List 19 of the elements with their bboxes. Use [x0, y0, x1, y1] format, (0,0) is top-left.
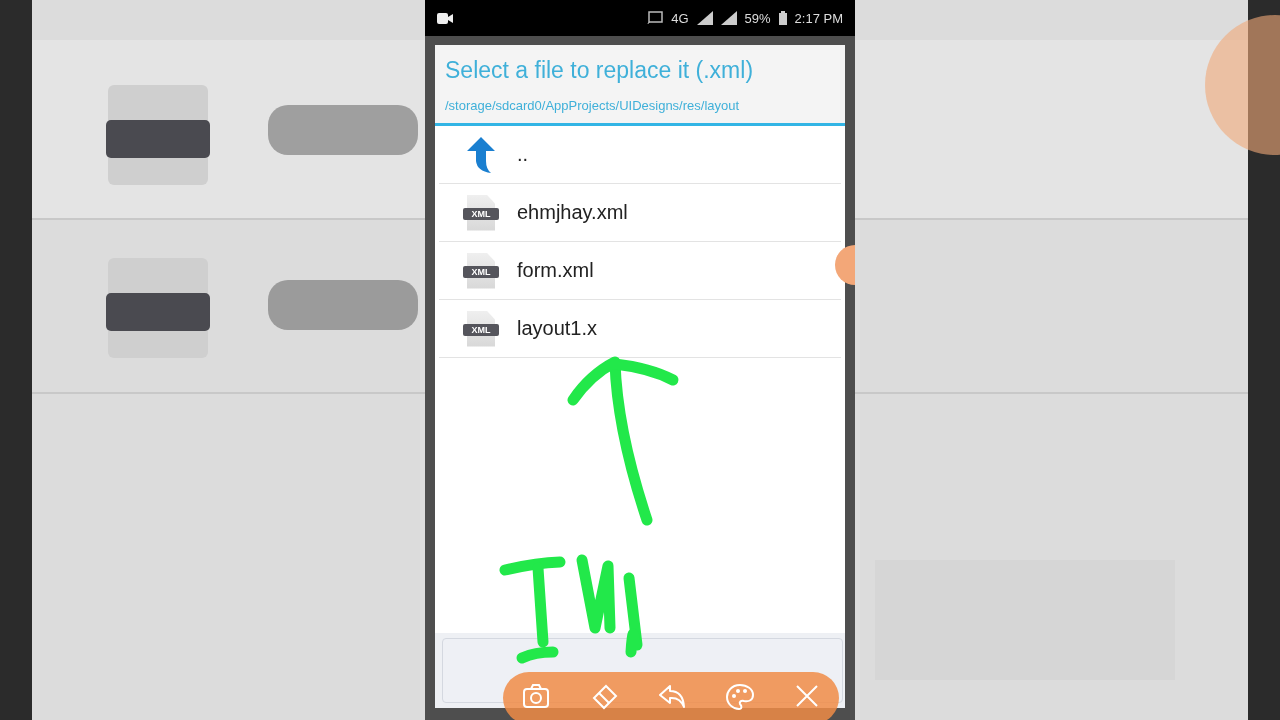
up-arrow-icon	[467, 136, 495, 173]
battery-icon	[778, 11, 787, 25]
close-icon[interactable]	[794, 684, 819, 708]
network-type: 4G	[671, 10, 689, 26]
file-name[interactable]: form.xml	[517, 259, 594, 282]
file-name[interactable]: ehmjhay.xml	[517, 201, 628, 224]
camera-icon[interactable]	[523, 684, 550, 708]
dialog-title: Select a file to replace it (.xml)	[445, 57, 755, 84]
signal-icon	[696, 11, 713, 25]
palette-icon[interactable]	[726, 684, 755, 710]
signal-icon	[720, 11, 737, 25]
folder-path: /storage/sdcard0/AppProjects/UIDesigns/res/layout	[445, 98, 741, 113]
cast-icon	[647, 11, 664, 25]
file-name[interactable]: layout1.x	[517, 317, 598, 340]
battery-percent: 59%	[744, 10, 771, 26]
undo-icon[interactable]	[657, 684, 686, 708]
video-camera-icon	[437, 12, 453, 24]
file-name[interactable]: ..	[517, 143, 529, 166]
clock: 2:17 PM	[794, 10, 843, 26]
